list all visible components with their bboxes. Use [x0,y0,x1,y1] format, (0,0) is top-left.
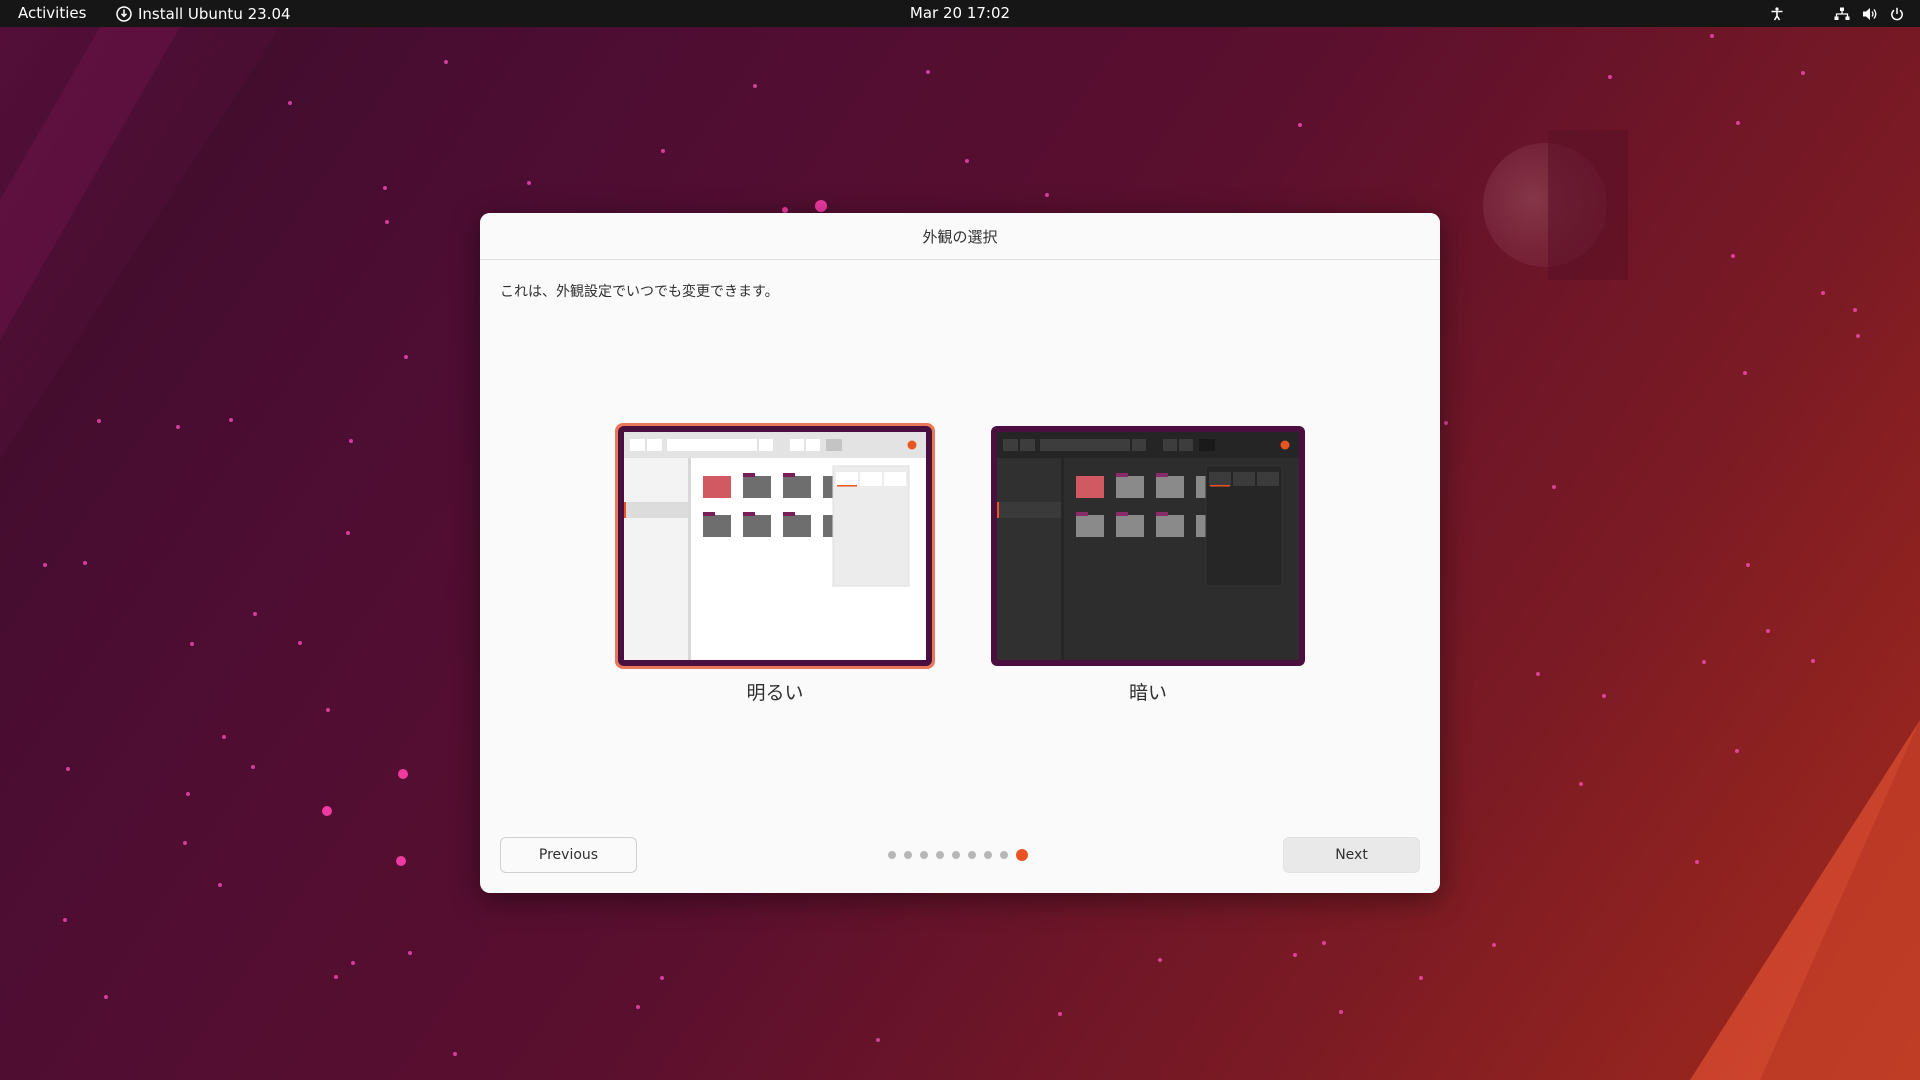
page-dot [1000,851,1008,859]
system-tray[interactable] [1770,0,1904,27]
activities-button[interactable]: Activities [18,0,86,27]
top-bar: Activities Install Ubuntu 23.04 Mar 20 1… [0,0,1920,27]
accessibility-icon[interactable] [1770,6,1784,21]
page-dot [920,851,928,859]
installer-icon [116,5,132,22]
dialog-title: 外観の選択 [922,227,998,246]
page-dot [952,851,960,859]
light-theme-preview-frame[interactable] [615,423,935,669]
network-icon[interactable] [1834,7,1850,21]
dialog-description: これは、外観設定でいつでも変更できます。 [500,284,779,300]
next-button[interactable]: Next [1283,837,1420,873]
page-dot [984,851,992,859]
theme-option-light[interactable]: 明るい [615,423,935,704]
page-dot [968,851,976,859]
page-dot-active [1016,849,1028,861]
app-menu[interactable]: Install Ubuntu 23.04 [116,0,291,27]
app-name: Install Ubuntu 23.04 [138,4,291,23]
theme-option-light-label: 明るい [746,682,804,704]
page-dot [904,851,912,859]
page-dot [936,851,944,859]
volume-icon[interactable] [1862,7,1878,21]
installer-dialog: 外観の選択 これは、外観設定でいつでも変更できます。 明るい 暗い Previo… [480,213,1440,893]
page-dot [888,851,896,859]
light-theme-preview [618,426,932,666]
power-icon[interactable] [1890,7,1904,21]
dark-theme-preview [991,426,1305,666]
page-indicator [888,849,1028,861]
theme-option-dark[interactable]: 暗い [988,423,1308,704]
previous-button[interactable]: Previous [500,837,637,873]
clock[interactable]: Mar 20 17:02 [910,4,1010,22]
dark-theme-preview-frame[interactable] [988,423,1308,669]
dialog-header: 外観の選択 [480,213,1440,260]
theme-option-dark-label: 暗い [1128,682,1167,704]
